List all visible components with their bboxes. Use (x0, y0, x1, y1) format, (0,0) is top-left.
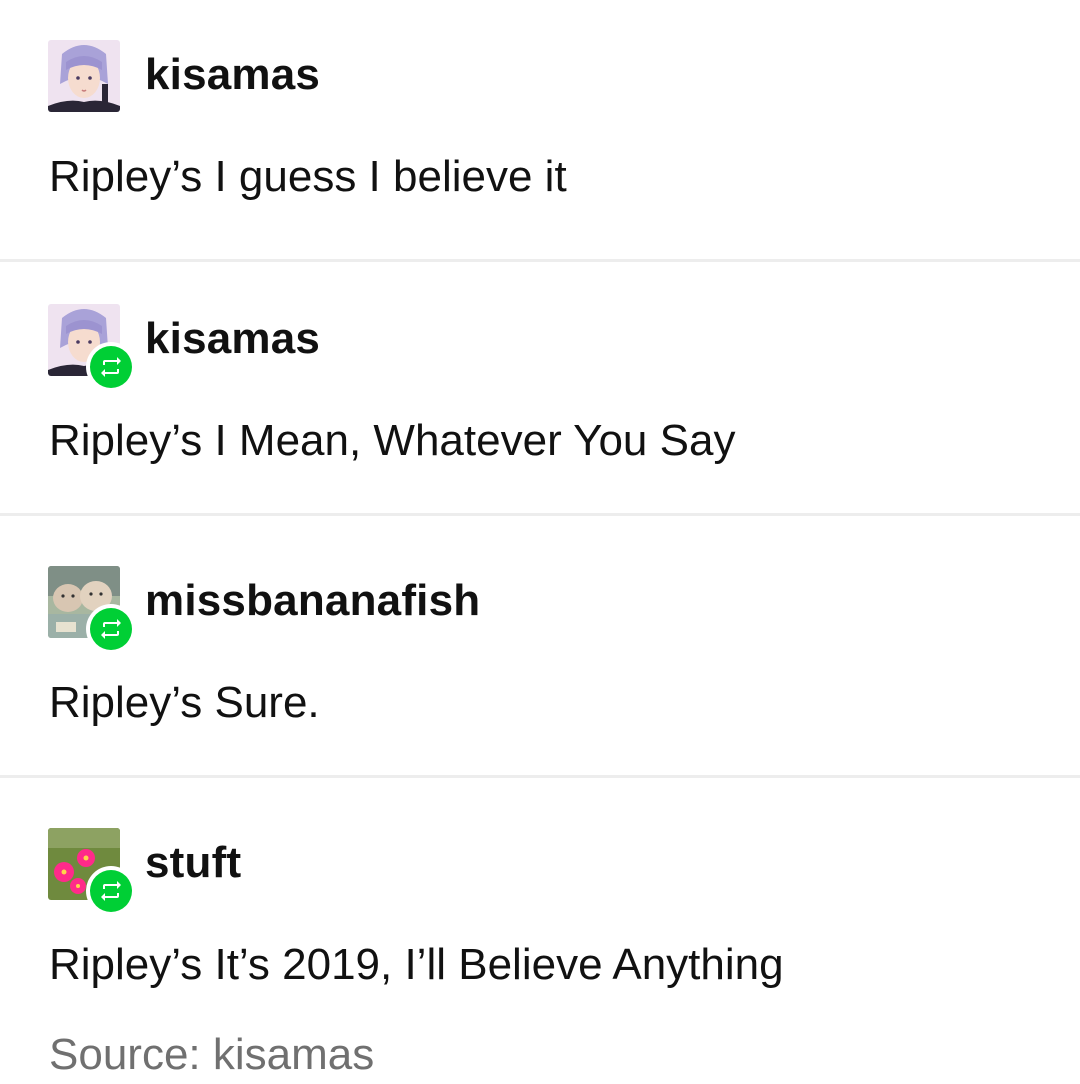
post-text: Ripley’s It’s 2019, I’ll Believe Anythin… (49, 940, 784, 989)
username[interactable]: stuft (145, 836, 241, 890)
avatar[interactable] (48, 40, 120, 112)
post-2: kisamas Ripley’s I Mean, Whatever You Sa… (0, 254, 1080, 516)
reblog-badge (86, 604, 136, 654)
username[interactable]: missbananafish (145, 574, 480, 628)
reblog-icon (101, 619, 121, 639)
post-text: Ripley’s I Mean, Whatever You Say (49, 416, 736, 465)
reblog-icon (101, 881, 121, 901)
username[interactable]: kisamas (145, 312, 320, 366)
post-text: Ripley’s I guess I believe it (49, 152, 567, 201)
post-text: Ripley’s Sure. (49, 678, 320, 727)
reblog-badge (86, 342, 136, 392)
reblog-badge (86, 866, 136, 916)
source-link[interactable]: Source: kisamas (49, 1028, 374, 1082)
anime-girl-avatar-icon (48, 40, 120, 112)
username[interactable]: kisamas (145, 48, 320, 102)
post-1: kisamas Ripley’s I guess I believe it (0, 0, 1080, 262)
post-3: missbananafish Ripley’s Sure. (0, 516, 1080, 778)
reblog-icon (101, 357, 121, 377)
